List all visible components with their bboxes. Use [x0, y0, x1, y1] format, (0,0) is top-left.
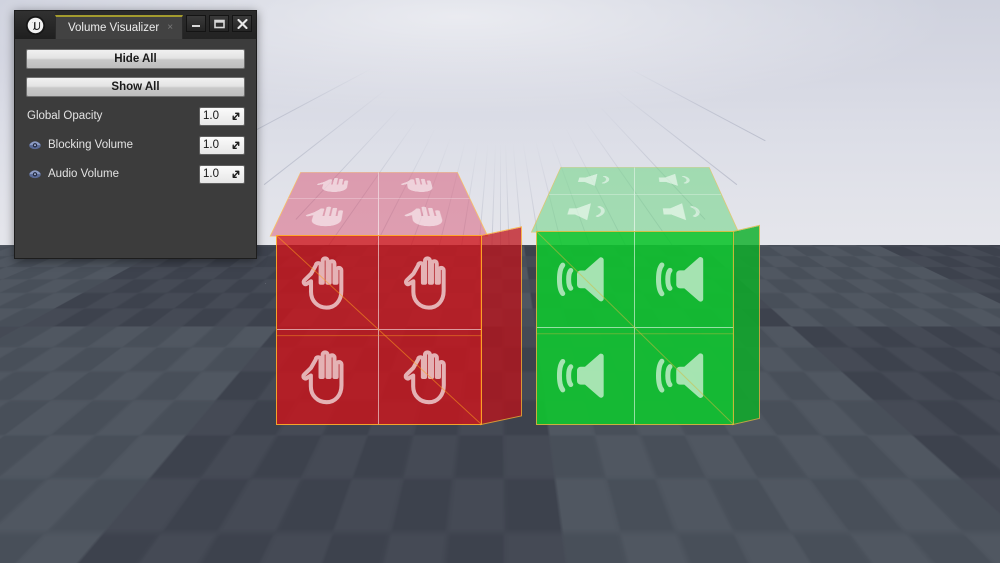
blocking-volume-top-face: [269, 171, 489, 237]
volume-cell: [635, 167, 721, 195]
speaker-icon: [655, 257, 703, 302]
volume-cell: [277, 330, 379, 424]
stop-hand-icon: [404, 350, 447, 405]
speaker-icon: [557, 353, 605, 399]
volume-cell: [288, 172, 379, 200]
property-row-blocking-volume: Blocking Volume 1.0: [26, 135, 245, 155]
panel-titlebar[interactable]: Volume Visualizer ×: [15, 11, 256, 39]
minimize-button[interactable]: [186, 15, 206, 32]
stop-hand-icon: [301, 350, 344, 405]
grid-line: [500, 0, 738, 186]
audio-volume-front-face: [536, 231, 734, 425]
stop-hand-icon: [404, 256, 447, 310]
volume-cell: [379, 330, 481, 424]
drag-arrows-icon: [232, 170, 240, 178]
grid-line: [500, 0, 766, 142]
volume-cell: [537, 232, 635, 328]
audio-volume-label: Audio Volume: [48, 168, 119, 180]
property-row-global-opacity: Global Opacity 1.0: [26, 106, 245, 126]
window-controls[interactable]: [186, 11, 256, 39]
blocking-volume-input[interactable]: 1.0: [199, 135, 245, 155]
blocking-volume-label: Blocking Volume: [48, 139, 134, 151]
volume-cell: [379, 199, 487, 236]
volume-cell: [532, 194, 635, 232]
tab-label: Volume Visualizer: [68, 22, 160, 34]
blocking-volume-front-face: [276, 235, 482, 425]
volume-cell: [635, 194, 738, 232]
volume-cell: [270, 199, 379, 236]
audio-volume-side-face: [732, 224, 760, 426]
speaker-icon: [557, 257, 605, 302]
grid-line: [235, 0, 501, 142]
property-row-audio-volume: Audio Volume 1.0: [26, 164, 245, 184]
tab-close-icon[interactable]: ×: [167, 23, 173, 33]
panel-body: Hide All Show All Global Opacity 1.0 Blo…: [15, 39, 256, 258]
volume-cell: [549, 167, 635, 195]
volume-cell: [635, 328, 733, 424]
stop-hand-icon: [301, 256, 344, 310]
drag-arrows-icon: [232, 141, 240, 149]
audio-volume-top-face: [531, 167, 739, 233]
audio-volume-value: 1.0: [203, 168, 219, 180]
screenshot-root: Volume Visualizer × Hide All Show All Gl…: [0, 0, 1000, 563]
visibility-eye-icon[interactable]: [28, 167, 42, 181]
audio-volume-input[interactable]: 1.0: [199, 164, 245, 184]
blocking-volume-value: 1.0: [203, 139, 219, 151]
volume-visualizer-panel[interactable]: Volume Visualizer × Hide All Show All Gl…: [14, 10, 257, 259]
speaker-icon: [655, 353, 703, 399]
unreal-engine-logo-icon: [15, 11, 55, 39]
volume-cell: [277, 236, 379, 330]
hide-all-button[interactable]: Hide All: [26, 49, 245, 69]
global-opacity-value: 1.0: [203, 110, 219, 122]
visibility-eye-icon[interactable]: [28, 138, 42, 152]
maximize-button[interactable]: [209, 15, 229, 32]
global-opacity-input[interactable]: 1.0: [199, 106, 245, 126]
close-button[interactable]: [232, 15, 252, 32]
tab-volume-visualizer[interactable]: Volume Visualizer ×: [55, 15, 184, 39]
blocking-volume-side-face: [480, 226, 522, 426]
show-all-button[interactable]: Show All: [26, 77, 245, 97]
drag-arrows-icon: [232, 112, 240, 120]
volume-cell: [379, 236, 481, 330]
volume-cell: [537, 328, 635, 424]
volume-cell: [635, 232, 733, 328]
global-opacity-label: Global Opacity: [27, 110, 103, 122]
volume-cell: [379, 172, 470, 200]
